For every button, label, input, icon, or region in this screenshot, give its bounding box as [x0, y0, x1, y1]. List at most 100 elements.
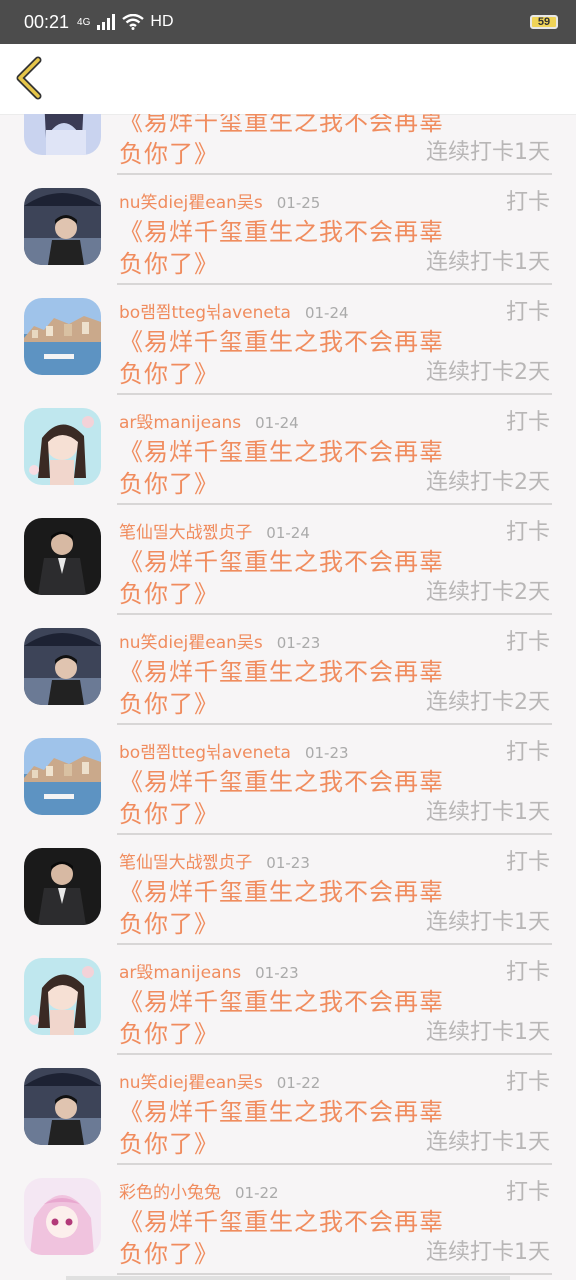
post-date: 01-23 — [276, 634, 321, 652]
battery-level: 59 — [537, 16, 551, 28]
list-item[interactable]: nu笑diej瞿ean吴s 01-22 打卡 《易烊千玺重生之我不会再辜 负你了》 连续打… — [0, 1054, 576, 1165]
book-title-line2: 负你了》 — [119, 140, 219, 168]
user-name-text: ar毁manijeans — [119, 413, 242, 433]
avatar[interactable] — [24, 958, 101, 1035]
checkin-button[interactable]: 打卡 — [506, 954, 550, 986]
item-content: 彩色的小兔兔 01-22 打卡 《易烊千玺重生之我不会再辜 负你了》 连续打卡1天 — [117, 1164, 552, 1275]
list-item[interactable]: ar毁manijeans 01-24 打卡 《易烊千玺重生之我不会再辜 负你了》 连续打卡… — [0, 394, 576, 505]
book-title-line1: 《易烊千玺重生之我不会再辜 — [119, 1098, 444, 1126]
post-date: 01-23 — [266, 854, 310, 872]
clock: 00:21 — [24, 11, 70, 32]
checkin-button[interactable]: 打卡 — [506, 294, 550, 326]
status-bar: 00:21 4G HD 59 — [0, 0, 576, 44]
hd-label: HD — [150, 13, 174, 30]
book-title-line2: 负你了》 — [119, 910, 219, 938]
user-name: nu笑diej瞿ean吴s 01-23 — [119, 628, 320, 653]
avatar[interactable] — [24, 848, 101, 925]
list-item[interactable]: 笔仙띨大战쩴贞子 01-24 打卡 《易烊千玺重生之我不会再辜 负你了》 连续打卡2天 — [0, 504, 576, 615]
streak-count: 连续打卡2天 — [426, 580, 550, 605]
book-title-line1: 《易烊千玺重生之我不会再辜 — [119, 768, 444, 796]
book-title-line1: 《易烊千玺重生之我不会再辜 — [119, 328, 444, 356]
post-date: 01-25 — [276, 194, 321, 212]
list-item[interactable]: nu笑diej瞿ean吴s 01-25 打卡 《易烊千玺重生之我不会再辜 负你了》 连续打… — [0, 174, 576, 285]
list-item[interactable]: ar毁manijeans 01-23 打卡《易烊千玺重生之我不会再辜 负你了》 连续打卡… — [0, 944, 576, 1055]
post-date: 01-24 — [255, 414, 299, 432]
user-name-text: bo램쬠tteg뉚aveneta — [119, 303, 291, 323]
book-title-line2: 负你了》 — [119, 1020, 219, 1048]
streak-count: 连续打卡1天 — [426, 1020, 550, 1045]
checkin-list[interactable]: 《易烊千玺重生之我不会再辜 负你了》 连续打卡1天 nu笑diej瞿ean吴s 01-2… — [0, 114, 576, 1280]
user-name-text: 笔仙띨大战쩴贞子 — [119, 853, 253, 873]
book-title-line2: 负你了》 — [119, 360, 219, 388]
checkin-button[interactable]: 打卡 — [506, 514, 550, 546]
post-date: 01-24 — [266, 524, 310, 542]
avatar[interactable] — [24, 518, 101, 595]
list-item[interactable]: nu笑diej瞿ean吴s 01-23 打卡《易烊千玺重生之我不会再辜 负你了》 连续打… — [0, 614, 576, 725]
post-date: 01-22 — [235, 1184, 279, 1202]
post-date: 01-22 — [276, 1074, 321, 1092]
user-name: nu笑diej瞿ean吴s 01-25 — [119, 188, 320, 213]
streak-count: 连续打卡1天 — [426, 1240, 550, 1265]
item-content: ar毁manijeans 01-23 打卡《易烊千玺重生之我不会再辜 负你了》 连续打卡… — [117, 944, 552, 1055]
book-title-line2: 负你了》 — [119, 1240, 219, 1268]
list-item[interactable]: bo램쬠tteg뉚aveneta 01-24 打卡《易烊千玺重生之我不会再辜 负你了》… — [0, 284, 576, 395]
item-content: nu笑diej瞿ean吴s 01-23 打卡《易烊千玺重生之我不会再辜 负你了》 连续打… — [117, 614, 552, 725]
avatar[interactable] — [24, 1178, 101, 1255]
item-content: ar毁manijeans 01-24 打卡 《易烊千玺重生之我不会再辜 负你了》 连续打卡… — [117, 394, 552, 505]
book-title-line2: 负你了》 — [119, 800, 219, 828]
user-name-text: 彩色的小兔兔 — [119, 1183, 221, 1203]
book-title-line1: 《易烊千玺重生之我不会再辜 — [119, 658, 444, 686]
item-content: bo램쬠tteg뉚aveneta 01-24 打卡《易烊千玺重生之我不会再辜 负你了》… — [117, 284, 552, 395]
list-item[interactable]: bo램쬠tteg뉚aveneta 01-23 打卡《易烊千玺重生之我不会再辜 负你了》… — [0, 724, 576, 835]
post-date: 01-23 — [304, 744, 349, 762]
scroll-indicator — [66, 1276, 510, 1280]
checkin-button[interactable]: 打卡 — [506, 844, 550, 876]
item-content: bo램쬠tteg뉚aveneta 01-23 打卡《易烊千玺重生之我不会再辜 负你了》… — [117, 724, 552, 835]
list-item[interactable]: 《易烊千玺重生之我不会再辜 负你了》 连续打卡1天 — [0, 114, 576, 175]
book-title-line1: 《易烊千玺重生之我不会再辜 — [119, 438, 444, 466]
avatar[interactable] — [24, 114, 101, 155]
checkin-button[interactable]: 打卡 — [506, 624, 550, 656]
streak-count: 连续打卡1天 — [426, 1130, 550, 1155]
checkin-button[interactable]: 打卡 — [506, 1064, 550, 1096]
book-title-line1: 《易烊千玺重生之我不会再辜 — [119, 988, 444, 1016]
back-button[interactable] — [10, 56, 50, 100]
avatar[interactable] — [24, 298, 101, 375]
user-name-text: ar毁manijeans — [119, 963, 242, 983]
network-type: 4G — [77, 16, 91, 28]
checkin-button[interactable]: 打卡 — [506, 1174, 550, 1206]
list-item[interactable]: 笔仙띨大战쩴贞子 01-23 打卡 《易烊千玺重生之我不会再辜 负你了》 连续打卡1天 — [0, 834, 576, 945]
streak-count: 连续打卡2天 — [426, 690, 550, 715]
item-content: 笔仙띨大战쩴贞子 01-24 打卡 《易烊千玺重生之我不会再辜 负你了》 连续打卡2天 — [117, 504, 552, 615]
signal-icon — [97, 14, 116, 30]
battery-icon: 59 — [530, 15, 558, 29]
streak-count: 连续打卡2天 — [426, 360, 550, 385]
avatar[interactable] — [24, 628, 101, 705]
header-bar — [0, 44, 576, 115]
avatar[interactable] — [24, 408, 101, 485]
user-name: bo램쬠tteg뉚aveneta 01-23 — [119, 738, 349, 763]
avatar[interactable] — [24, 188, 101, 265]
checkin-button[interactable]: 打卡 — [506, 404, 550, 436]
post-date: 01-23 — [255, 964, 299, 982]
book-title-line2: 负你了》 — [119, 580, 219, 608]
checkin-button[interactable]: 打卡 — [506, 734, 550, 766]
user-name-text: nu笑diej瞿ean吴s — [119, 1073, 263, 1093]
item-content: nu笑diej瞿ean吴s 01-25 打卡 《易烊千玺重生之我不会再辜 负你了》 连续打… — [117, 174, 552, 285]
book-title-line1: 《易烊千玺重生之我不会再辜 — [119, 218, 444, 246]
avatar[interactable] — [24, 738, 101, 815]
avatar[interactable] — [24, 1068, 101, 1145]
streak-count: 连续打卡2天 — [426, 470, 550, 495]
post-date: 01-24 — [304, 304, 349, 322]
item-content: 《易烊千玺重生之我不会再辜 负你了》 连续打卡1天 — [117, 114, 552, 175]
item-content: nu笑diej瞿ean吴s 01-22 打卡 《易烊千玺重生之我不会再辜 负你了》 连续打… — [117, 1054, 552, 1165]
streak-count: 连续打卡1天 — [426, 250, 550, 275]
list-item[interactable]: 彩色的小兔兔 01-22 打卡 《易烊千玺重生之我不会再辜 负你了》 连续打卡1天 — [0, 1164, 576, 1275]
checkin-button[interactable]: 打卡 — [506, 184, 550, 216]
user-name-text: bo램쬠tteg뉚aveneta — [119, 743, 291, 763]
user-name: ar毁manijeans 01-24 — [119, 408, 299, 433]
status-icons: 4G HD — [77, 13, 174, 31]
user-name-text: nu笑diej瞿ean吴s — [119, 633, 263, 653]
book-title-line1: 《易烊千玺重生之我不会再辜 — [119, 548, 444, 576]
book-title-line2: 负你了》 — [119, 690, 219, 718]
